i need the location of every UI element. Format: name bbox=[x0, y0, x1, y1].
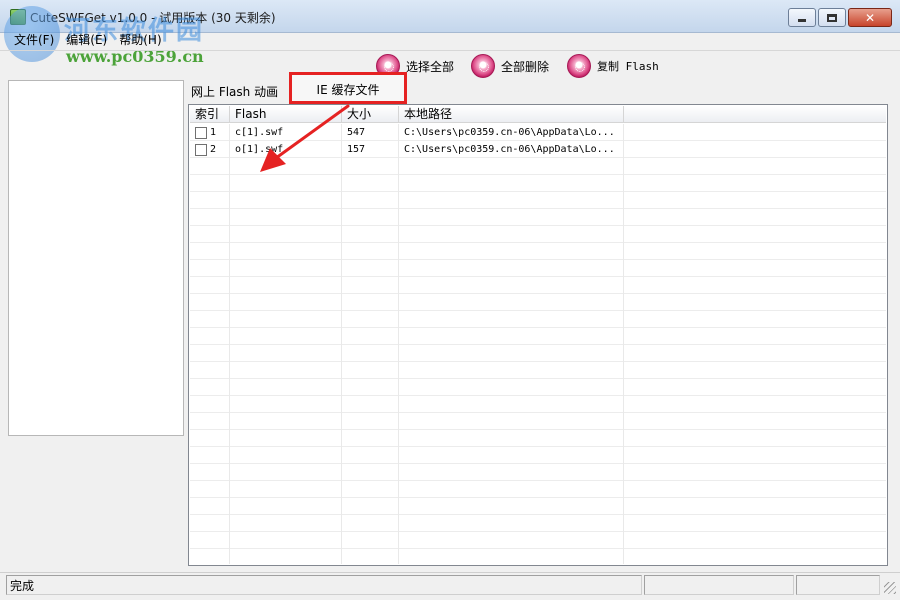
flash-list[interactable]: 索引 Flash 大小 本地路径 1 c[1].swf 547 C:\Users… bbox=[188, 104, 888, 566]
row-size: 157 bbox=[347, 144, 366, 155]
row-index-cell: 2 bbox=[190, 141, 230, 158]
flower-icon bbox=[471, 54, 495, 78]
copy-flash-button[interactable]: 复制 Flash bbox=[567, 54, 659, 78]
column-header-size[interactable]: 大小 bbox=[342, 106, 399, 123]
tab-ie-cache-label: IE 缓存文件 bbox=[316, 83, 380, 97]
tab-web-flash[interactable]: 网上 Flash 动画 bbox=[185, 80, 284, 104]
row-index-cell: 1 bbox=[190, 124, 230, 141]
row-index: 2 bbox=[210, 144, 217, 155]
column-header-index[interactable]: 索引 bbox=[190, 106, 230, 123]
column-header-flash[interactable]: Flash bbox=[230, 106, 342, 123]
column-header-filler bbox=[624, 106, 886, 123]
tab-web-flash-label: 网上 Flash 动画 bbox=[191, 85, 279, 99]
left-panel[interactable] bbox=[8, 80, 184, 436]
column-header-path[interactable]: 本地路径 bbox=[399, 106, 624, 123]
menu-help[interactable]: 帮助(H) bbox=[113, 33, 167, 48]
window-controls: ✕ bbox=[786, 8, 892, 27]
status-pane-3 bbox=[796, 575, 880, 595]
delete-all-label: 全部删除 bbox=[501, 59, 550, 74]
menu-bar: 文件(F) 编辑(E) 帮助(H) bbox=[0, 33, 900, 48]
tab-ie-cache[interactable]: IE 缓存文件 bbox=[289, 72, 407, 104]
toolbar: 选择全部 全部删除 复制 Flash bbox=[0, 50, 900, 80]
row-index: 1 bbox=[210, 127, 217, 138]
list-header: 索引 Flash 大小 本地路径 bbox=[190, 106, 886, 123]
menu-edit[interactable]: 编辑(E) bbox=[60, 33, 113, 48]
row-size: 547 bbox=[347, 127, 366, 138]
row-path: C:\Users\pc0359.cn-06\AppData\Lo... bbox=[404, 127, 615, 138]
delete-all-button[interactable]: 全部删除 bbox=[471, 54, 549, 78]
row-checkbox[interactable] bbox=[195, 143, 207, 156]
flower-icon bbox=[567, 54, 591, 78]
minimize-icon bbox=[798, 19, 806, 22]
table-row[interactable]: 1 c[1].swf 547 C:\Users\pc0359.cn-06\App… bbox=[190, 124, 886, 141]
close-button[interactable]: ✕ bbox=[848, 8, 892, 27]
row-flash: o[1].swf bbox=[235, 144, 284, 155]
copy-flash-label: 复制 Flash bbox=[597, 60, 659, 73]
maximize-button[interactable] bbox=[818, 8, 846, 27]
select-all-label: 选择全部 bbox=[406, 59, 455, 74]
menu-file[interactable]: 文件(F) bbox=[8, 33, 60, 48]
row-flash: c[1].swf bbox=[235, 127, 284, 138]
close-icon: ✕ bbox=[864, 10, 876, 25]
status-text: 完成 bbox=[6, 575, 642, 595]
resize-grip-icon[interactable] bbox=[884, 582, 896, 594]
status-bar: 完成 bbox=[0, 572, 900, 600]
table-row[interactable]: 2 o[1].swf 157 C:\Users\pc0359.cn-06\App… bbox=[190, 141, 886, 158]
row-checkbox[interactable] bbox=[195, 126, 207, 139]
list-body: 1 c[1].swf 547 C:\Users\pc0359.cn-06\App… bbox=[190, 124, 886, 564]
status-pane-2 bbox=[644, 575, 794, 595]
row-path: C:\Users\pc0359.cn-06\AppData\Lo... bbox=[404, 144, 615, 155]
maximize-icon bbox=[827, 13, 837, 22]
minimize-button[interactable] bbox=[788, 8, 816, 27]
